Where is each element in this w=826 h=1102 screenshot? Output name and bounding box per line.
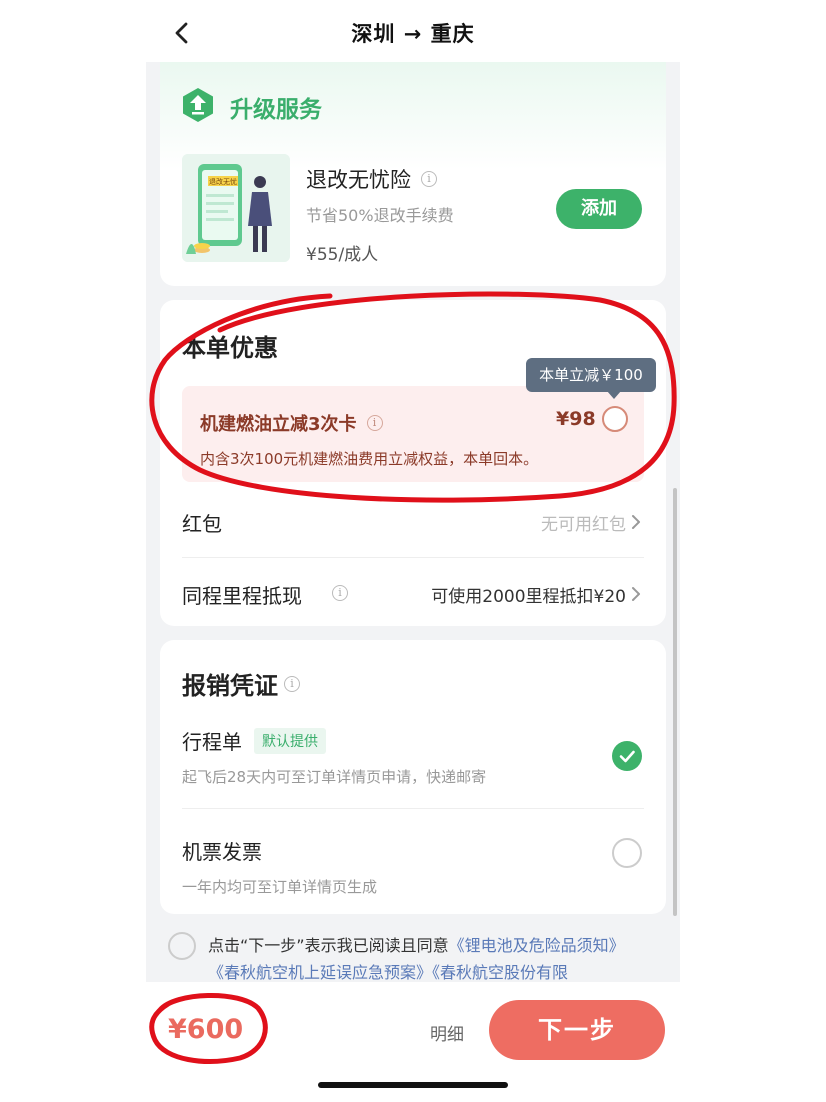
price-detail-link[interactable]: 明细 [430,1020,464,1045]
itinerary-checkbox[interactable] [612,741,642,771]
ticket-invoice-checkbox[interactable] [612,838,642,868]
red-packet-value[interactable]: 无可用红包 [541,510,626,535]
info-icon[interactable]: i [332,585,348,601]
airline-terms-link[interactable]: 《春秋航空股份有限 [432,963,568,982]
reimbursement-card: 报销凭证 i 行程单 默认提供 起飞后28天内可至订单详情页申请，快递邮寄 机票… [160,640,666,914]
divider [182,808,644,809]
info-icon[interactable]: i [421,171,437,187]
insurance-image-caption: 退改无忧 [209,177,237,186]
upgrade-service-title: 升级服务 [230,97,322,123]
agreement-text: 点击“下一步”表示我已阅读且同意《锂电池及危险品须知》《春秋航空机上延误应急预案… [208,932,648,982]
tooltip-tail [607,391,621,399]
chevron-right-icon[interactable] [630,514,642,530]
bottom-action-bar: ¥600 明细 下一步 [0,982,826,1102]
agreement-checkbox[interactable] [168,932,196,960]
divider [182,557,644,558]
next-step-button[interactable]: 下一步 [489,1000,665,1060]
fuel-card-name-row: 机建燃油立减3次卡 i [200,410,383,436]
invoice-title-row: 报销凭证 i [182,666,300,701]
ticket-invoice-description: 一年内均可至订单详情页生成 [182,878,378,896]
fuel-card-price: ¥98 [556,408,596,430]
order-discount-card: 本单优惠 机建燃油立减3次卡 i ¥98 内含3次100元机建燃油费用立减权益，… [160,300,666,626]
discount-section-title: 本单优惠 [182,334,278,362]
mileage-value[interactable]: 可使用2000里程抵扣¥20 [431,582,626,607]
delay-plan-link[interactable]: 《春秋航空机上延误应急预案》 [208,963,432,982]
add-insurance-button[interactable]: 添加 [556,189,642,229]
fuel-card-name: 机建燃油立减3次卡 [200,414,357,435]
discount-tooltip: 本单立减￥100 [526,358,656,392]
info-icon[interactable]: i [366,415,383,431]
agreement-prefix: 点击“下一步”表示我已阅读且同意 [208,936,449,955]
chevron-right-icon[interactable] [630,586,642,602]
fuel-card-description: 内含3次100元机建燃油费用立减权益，本单回本。 [200,450,539,468]
itinerary-label: 行程单 [182,730,242,754]
total-price: ¥600 [168,1014,244,1045]
red-packet-label[interactable]: 红包 [182,508,222,537]
nav-header: 深圳 → 重庆 [0,0,826,62]
insurance-price: ¥55/成人 [306,245,379,265]
page-title: 深圳 → 重庆 [351,22,475,46]
scrollbar[interactable] [673,488,677,916]
insurance-name: 退改无忧险 [306,168,411,192]
ticket-invoice-label: 机票发票 [182,840,262,864]
checkmark-icon [619,750,635,763]
insurance-name-row: 退改无忧险 i [306,164,437,194]
insurance-description: 节省50%退改手续费 [306,206,454,225]
default-provided-tag: 默认提供 [254,727,326,754]
fuel-card-radio[interactable] [602,406,628,432]
invoice-section-title: 报销凭证 [182,672,278,700]
battery-notice-link[interactable]: 《锂电池及危险品须知》 [449,936,625,955]
itinerary-row: 行程单 默认提供 [182,726,326,755]
home-indicator [318,1082,508,1088]
info-icon[interactable]: i [284,675,300,692]
itinerary-description: 起飞后28天内可至订单详情页申请，快递邮寄 [182,768,487,786]
mileage-label[interactable]: 同程里程抵现 [182,580,302,609]
upgrade-service-card: 升级服务 退改无忧 退改无忧险 i 节省50%退改手续费 ¥55/成人 添加 [160,62,666,286]
fuel-card-offer[interactable]: 机建燃油立减3次卡 i ¥98 内含3次100元机建燃油费用立减权益，本单回本。 [182,386,644,482]
upgrade-arrow-icon [183,88,213,122]
insurance-illustration: 退改无忧 [182,154,290,262]
booking-content: 升级服务 退改无忧 退改无忧险 i 节省50%退改手续费 ¥55/成人 添加 本… [146,62,680,982]
